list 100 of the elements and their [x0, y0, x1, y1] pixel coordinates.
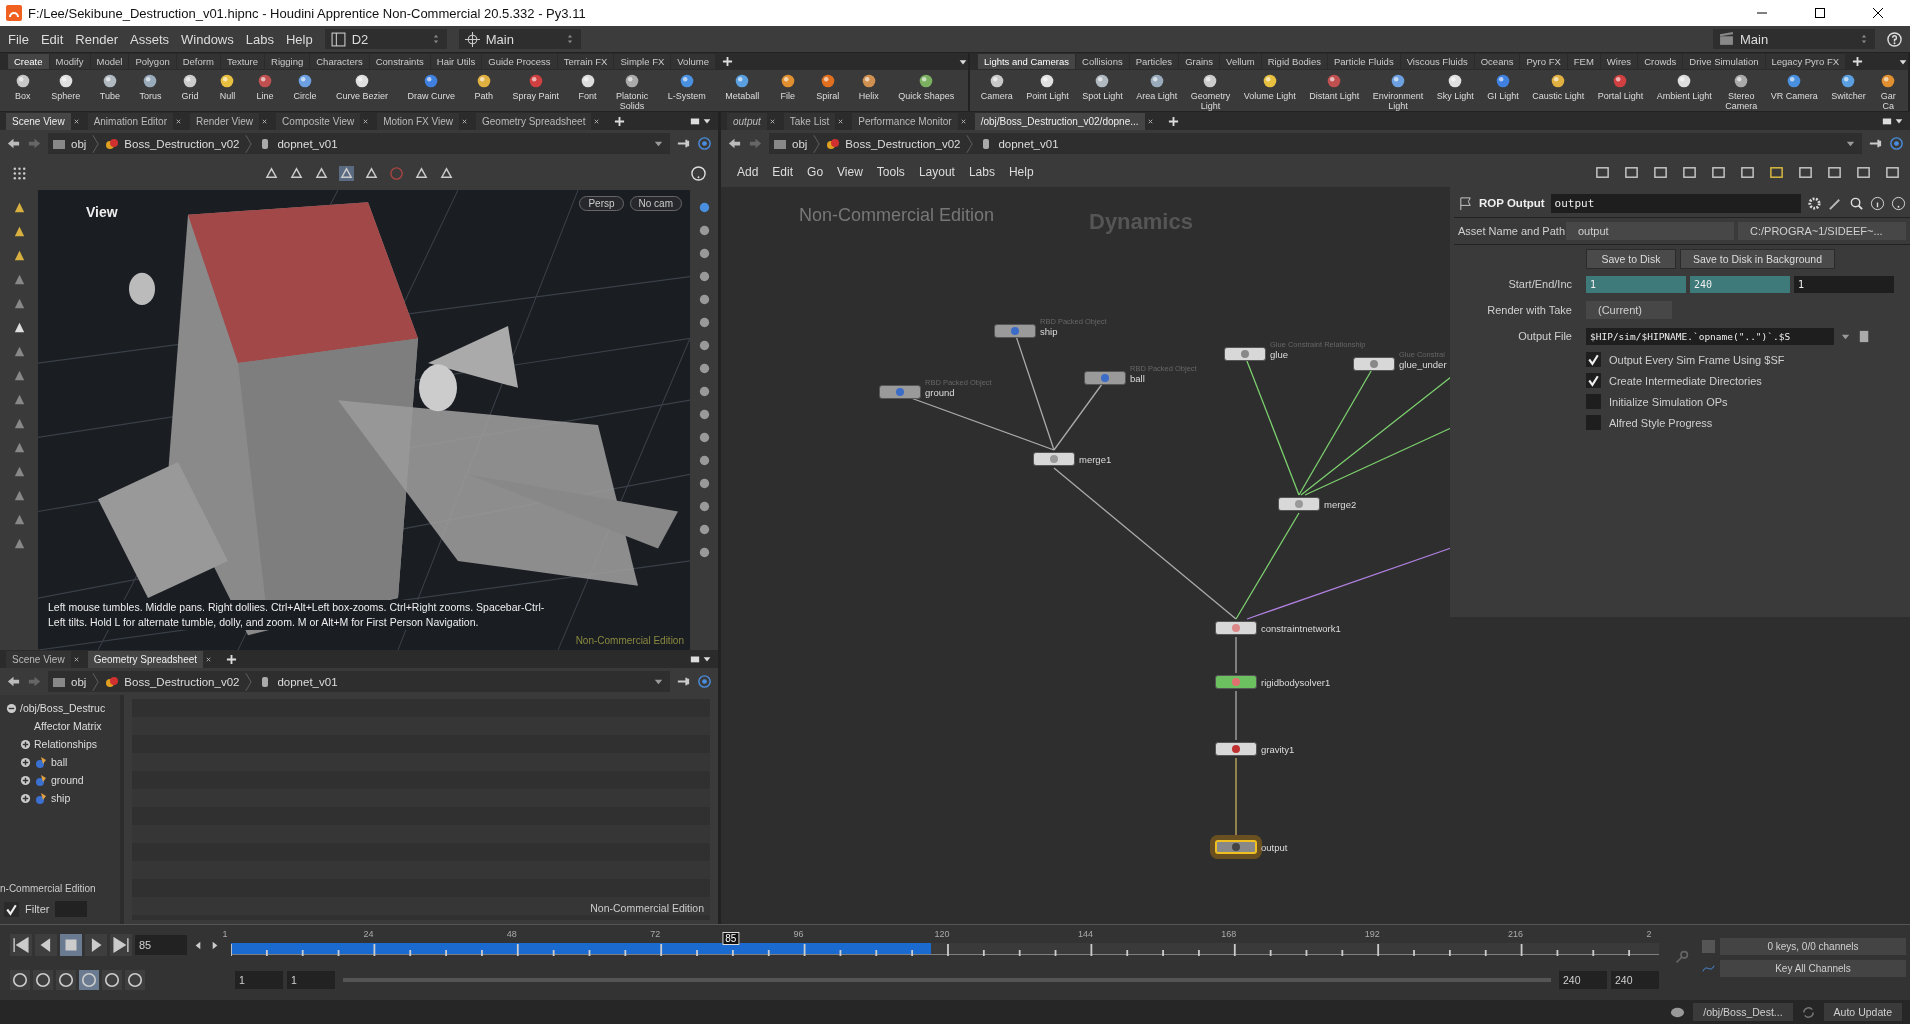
tree-item[interactable]: ball [51, 756, 68, 768]
shelf-tool[interactable]: VR Camera [1770, 72, 1818, 101]
shelf-tab[interactable]: Vellum [1220, 54, 1261, 69]
shelf-tool[interactable]: Spot Light [1082, 72, 1123, 101]
pane-tab[interactable]: output [727, 112, 767, 130]
path-segment[interactable]: obj [52, 674, 87, 689]
shelf-tool[interactable]: Spray Paint [512, 72, 560, 101]
expand-icon[interactable] [20, 738, 31, 750]
path-segment[interactable]: Boss_Destruction_v02 [105, 136, 240, 151]
maximize-icon[interactable] [690, 116, 700, 126]
path-segment[interactable]: dopnet_v01 [258, 136, 338, 151]
path-segment[interactable]: Boss_Destruction_v02 [105, 674, 240, 689]
toolbar-icon[interactable] [1827, 164, 1842, 180]
network-node[interactable] [1033, 452, 1075, 466]
close-icon[interactable] [362, 117, 370, 125]
menu-item[interactable]: File [8, 31, 29, 47]
shelf-tool[interactable]: Curve Bezier [336, 72, 389, 101]
close-icon[interactable] [593, 117, 601, 125]
checkbox[interactable] [4, 901, 19, 917]
timeline-option-icon[interactable] [33, 970, 53, 990]
close-icon[interactable] [959, 117, 967, 125]
asset-path-dropdown[interactable]: C:/PROGRA~1/SIDEEF~... [1738, 222, 1906, 240]
refresh-icon[interactable] [1800, 1004, 1816, 1020]
timeline-option-icon[interactable] [102, 970, 122, 990]
menu-item[interactable]: Assets [130, 31, 169, 47]
shelf-tool[interactable]: Circle [293, 72, 317, 101]
expand-icon[interactable] [20, 756, 31, 768]
info-icon[interactable] [1870, 195, 1885, 211]
network-node[interactable] [1084, 371, 1126, 385]
toolbar-icon[interactable] [1682, 164, 1697, 180]
pane-tab[interactable]: Geometry Spreadsheet [476, 112, 592, 130]
menu-item[interactable]: Go [807, 165, 824, 179]
shelf-tab[interactable]: Create [8, 54, 49, 69]
target-icon[interactable] [697, 136, 712, 151]
close-icon[interactable] [768, 117, 776, 125]
update-mode-dropdown[interactable]: Auto Update [1823, 1003, 1902, 1021]
pane-tab[interactable]: Render View [190, 112, 260, 130]
pane-tab[interactable]: Composite View [276, 112, 361, 130]
help-icon[interactable] [1891, 195, 1906, 211]
shelf-tool[interactable]: Spiral [816, 72, 840, 101]
tree-item[interactable]: ship [51, 792, 71, 804]
shelf-tool[interactable]: File [778, 72, 797, 101]
caret-icon[interactable] [1894, 116, 1904, 126]
expand-icon[interactable] [20, 774, 31, 786]
shelf-tool[interactable]: Quick Shapes [898, 72, 955, 101]
help-icon[interactable] [1887, 31, 1902, 47]
shelf-tool[interactable]: Grid [181, 72, 199, 101]
network-node[interactable] [994, 324, 1036, 338]
shelf-tool[interactable]: Distant Light [1309, 72, 1360, 101]
camera-menu[interactable]: Persp [579, 196, 624, 211]
shelf-tab[interactable]: Modify [49, 54, 90, 69]
range-start-field[interactable]: 1 [287, 971, 335, 989]
shelf-tab[interactable]: Constraints [369, 54, 430, 69]
menu-item[interactable]: Edit [40, 31, 64, 47]
caret-icon[interactable] [702, 116, 712, 126]
target-icon[interactable] [697, 674, 712, 689]
shelf-tab[interactable]: Wires [1600, 54, 1638, 69]
keys-dropdown[interactable]: 0 keys, 0/0 channels [1720, 937, 1906, 955]
shelf-tool[interactable]: GI Light [1487, 72, 1519, 101]
plus-icon[interactable] [1167, 115, 1179, 127]
toolbar-icon[interactable] [1711, 164, 1726, 180]
viewport-tool-icon[interactable] [414, 166, 429, 181]
shelf-tab[interactable]: Pyro FX [1520, 54, 1567, 69]
network-node[interactable] [1215, 621, 1257, 635]
network-node[interactable] [1353, 357, 1395, 371]
shelf-tab[interactable]: Collisions [1076, 54, 1129, 69]
shelf-tab[interactable]: Hair Utils [430, 54, 482, 69]
shelf-tab[interactable]: Texture [220, 54, 265, 69]
shelf-tool[interactable]: Caustic Light [1532, 72, 1585, 101]
checkbox[interactable] [1586, 373, 1601, 388]
desktop-dropdown[interactable]: D2 [324, 29, 447, 49]
range-end-field[interactable]: 240 [1559, 971, 1607, 989]
shelf-tool[interactable]: Ambient Light [1656, 72, 1712, 101]
target-icon[interactable] [1889, 136, 1904, 151]
path-segment[interactable]: dopnet_v01 [258, 674, 338, 689]
shelf-tool[interactable]: Switcher [1831, 72, 1866, 101]
shelf-tool[interactable]: Environment Light [1372, 72, 1424, 111]
menu-item[interactable]: Help [285, 31, 313, 47]
file-path-field[interactable]: $HIP/sim/$HIPNAME.`opname("..")`.$S [1586, 327, 1834, 345]
tree-item[interactable]: ground [51, 774, 84, 786]
shelf-tool[interactable]: Stereo Camera [1725, 72, 1758, 111]
save-button[interactable]: Save to Disk [1586, 249, 1676, 269]
maximize-icon[interactable] [1814, 7, 1826, 19]
toolbar-icon[interactable] [1595, 164, 1610, 180]
help-icon[interactable] [691, 166, 706, 181]
frame-field[interactable]: 85 [135, 935, 187, 955]
shelf-tool[interactable]: Path [474, 72, 494, 101]
plus-icon[interactable] [721, 56, 733, 67]
back-arrow-icon[interactable] [727, 136, 742, 151]
close-icon[interactable] [1872, 7, 1884, 19]
toolbar-icon[interactable] [1798, 164, 1813, 180]
close-icon[interactable] [261, 117, 269, 125]
shelf-tab[interactable]: Simple FX [614, 54, 671, 69]
caret-icon[interactable] [702, 654, 712, 664]
shelf-tab[interactable]: Deform [176, 54, 220, 69]
shelf-tool[interactable]: Font [578, 72, 597, 101]
path-field[interactable]: obj Boss_Destruction_v02 dopnet_v01 [769, 133, 1862, 154]
number-field[interactable]: 1 [1586, 275, 1686, 293]
shelf-tool[interactable]: Torus [139, 72, 162, 101]
viewport-tool-icon[interactable] [364, 166, 379, 181]
